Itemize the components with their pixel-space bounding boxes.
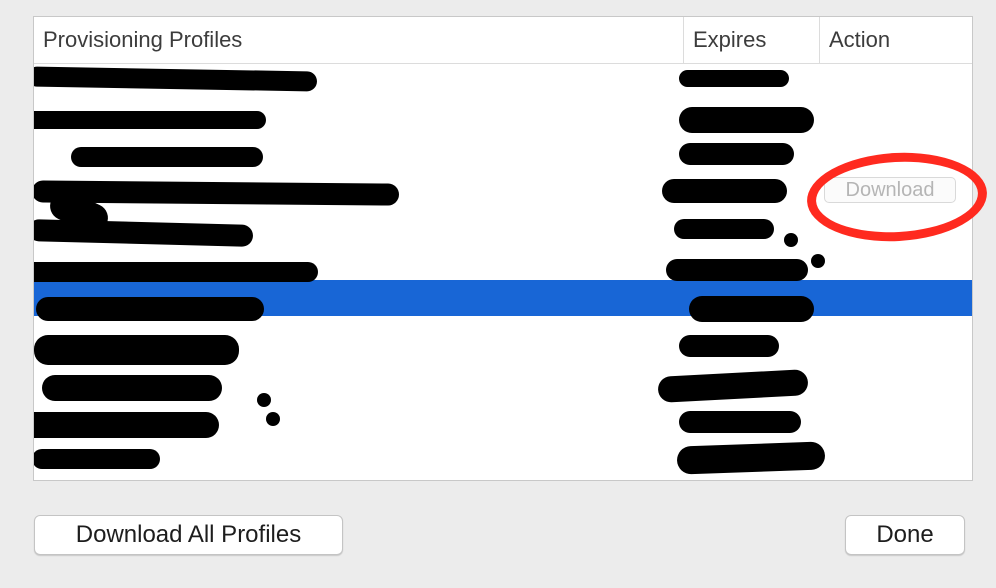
- redaction-mark: [666, 259, 808, 281]
- redaction-mark: [679, 411, 801, 433]
- redaction-mark: [679, 70, 789, 87]
- redaction-dot: [257, 393, 271, 407]
- redaction-mark: [679, 143, 794, 165]
- redaction-mark: [36, 297, 264, 321]
- redaction-mark: [34, 335, 239, 365]
- column-header-action[interactable]: Action: [819, 17, 972, 63]
- column-header-expires[interactable]: Expires: [683, 17, 819, 63]
- redaction-dot: [784, 233, 798, 247]
- redaction-dot: [811, 254, 825, 268]
- redaction-mark: [42, 375, 222, 401]
- redaction-mark: [676, 441, 826, 475]
- redaction-mark: [679, 107, 814, 133]
- profiles-table: Provisioning Profiles Expires Action Dow…: [33, 16, 973, 481]
- redaction-dot: [266, 412, 280, 426]
- redaction-mark: [34, 262, 318, 282]
- download-all-profiles-button[interactable]: Download All Profiles: [34, 515, 343, 555]
- redaction-mark: [34, 449, 160, 469]
- redaction-mark: [34, 111, 266, 129]
- redaction-mark: [679, 335, 779, 357]
- redaction-mark: [674, 219, 774, 239]
- column-header-profiles[interactable]: Provisioning Profiles: [34, 17, 683, 63]
- redaction-mark: [71, 147, 263, 167]
- done-button[interactable]: Done: [845, 515, 965, 555]
- table-header: Provisioning Profiles Expires Action: [34, 17, 972, 64]
- redaction-mark: [689, 296, 814, 322]
- table-row[interactable]: [34, 460, 972, 480]
- redaction-mark: [34, 412, 219, 438]
- redaction-mark: [662, 179, 787, 203]
